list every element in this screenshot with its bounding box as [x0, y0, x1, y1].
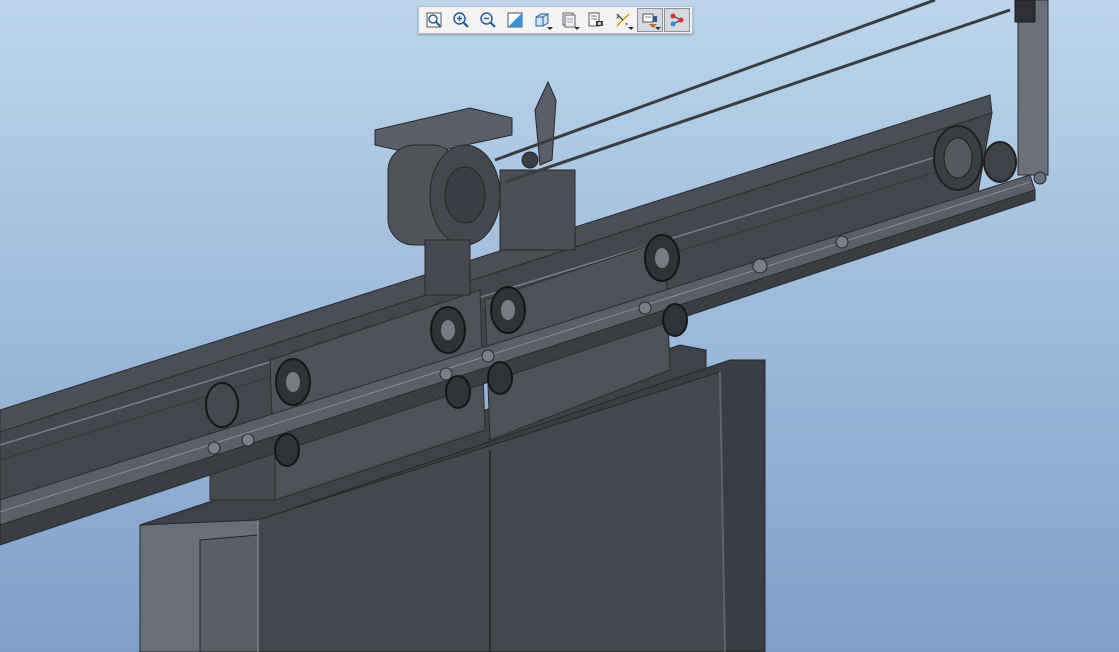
refit-button[interactable]: [421, 8, 447, 32]
dropdown-arrow-icon: [628, 27, 634, 30]
3d-model-viewport[interactable]: [0, 0, 1119, 652]
repaint-button[interactable]: [502, 8, 528, 32]
view-manager-icon: [588, 12, 603, 27]
dropdown-arrow-icon: [574, 27, 580, 30]
zoom-in-icon: [453, 12, 469, 28]
dropdown-arrow-icon: [547, 27, 553, 30]
layers-button[interactable]: [556, 8, 582, 32]
pulley-bracket: [1014, 0, 1049, 185]
spin-center-icon: [670, 13, 684, 27]
repaint-icon: [507, 12, 523, 28]
pulley-wheels: [933, 125, 1017, 191]
annotation-display-button[interactable]: [637, 8, 663, 32]
zoom-out-icon: [480, 12, 496, 28]
refit-icon: [426, 12, 442, 28]
zoom-in-button[interactable]: [448, 8, 474, 32]
datum-display-button[interactable]: x *: [610, 8, 636, 32]
spin-center-button[interactable]: [664, 8, 690, 32]
zoom-out-button[interactable]: [475, 8, 501, 32]
saved-orientations-button[interactable]: [529, 8, 555, 32]
dropdown-arrow-icon: [655, 27, 661, 30]
view-toolbar: x *: [418, 6, 693, 34]
door-lock-mechanism: [499, 80, 576, 251]
view-manager-button[interactable]: [583, 8, 609, 32]
svg-text:x: x: [616, 14, 620, 21]
